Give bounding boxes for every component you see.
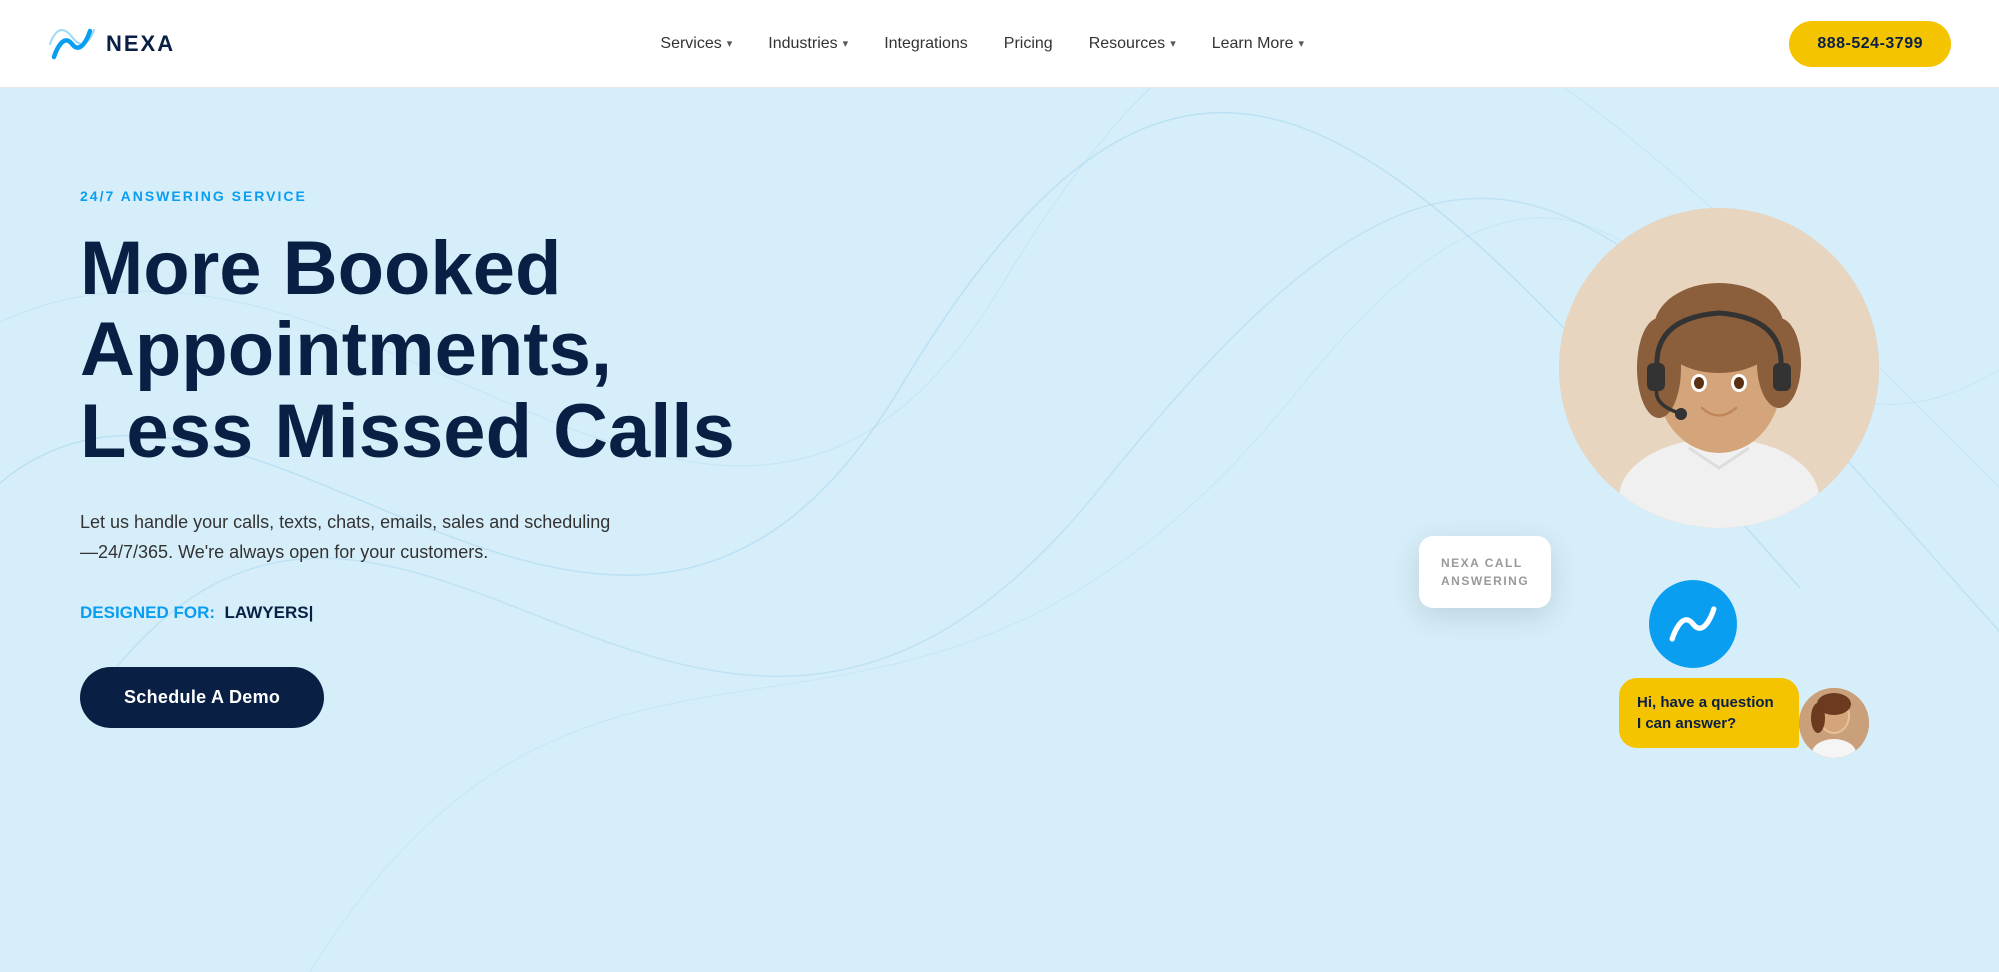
logo-link[interactable]: NEXA (48, 25, 175, 63)
nav-item-integrations[interactable]: Integrations (884, 35, 968, 53)
nav-link-services[interactable]: Services ▾ (660, 35, 732, 53)
hero-headline: More Booked Appointments, Less Missed Ca… (80, 228, 735, 472)
nav-item-industries[interactable]: Industries ▾ (768, 35, 848, 53)
phone-button[interactable]: 888-524-3799 (1789, 21, 1951, 67)
nexa-badge (1649, 580, 1737, 668)
nav-item-pricing[interactable]: Pricing (1004, 35, 1053, 53)
nav-item-services[interactable]: Services ▾ (660, 35, 732, 53)
hero-subtext: Let us handle your calls, texts, chats, … (80, 508, 620, 567)
nav-link-pricing[interactable]: Pricing (1004, 35, 1053, 53)
hero-content: 24/7 ANSWERING SERVICE More Booked Appoi… (80, 188, 735, 728)
chevron-down-icon: ▾ (727, 37, 733, 50)
agent-photo (1559, 208, 1879, 528)
logo-text: NEXA (106, 31, 175, 57)
hero-designed-for: DESIGNED FOR: LAWYERS| (80, 603, 735, 623)
nav-link-industries[interactable]: Industries ▾ (768, 35, 848, 53)
nav-link-learn-more[interactable]: Learn More ▾ (1212, 35, 1304, 53)
chat-bubble: Hi, have a question I can answer? (1619, 678, 1799, 748)
nav-item-learn-more[interactable]: Learn More ▾ (1212, 35, 1304, 53)
hero-section: 24/7 ANSWERING SERVICE More Booked Appoi… (0, 88, 1999, 972)
chevron-down-icon: ▾ (1299, 37, 1305, 50)
navbar: NEXA Services ▾ Industries ▾ Integration… (0, 0, 1999, 88)
logo-icon (48, 25, 96, 63)
chevron-down-icon: ▾ (1170, 37, 1176, 50)
chat-avatar (1799, 688, 1869, 758)
schedule-demo-button[interactable]: Schedule A Demo (80, 667, 324, 728)
nav-link-integrations[interactable]: Integrations (884, 35, 968, 53)
hero-visuals: NEXA CALLANSWERING Hi, have a question I… (1419, 208, 1919, 768)
nexa-card-label: NEXA CALLANSWERING (1441, 554, 1529, 590)
nav-item-resources[interactable]: Resources ▾ (1089, 35, 1176, 53)
nexa-call-card: NEXA CALLANSWERING (1419, 536, 1551, 608)
nexa-logo-badge-icon (1665, 602, 1721, 646)
hero-eyebrow: 24/7 ANSWERING SERVICE (80, 188, 735, 204)
chevron-down-icon: ▾ (843, 37, 849, 50)
nav-links: Services ▾ Industries ▾ Integrations Pri… (660, 35, 1304, 53)
nav-link-resources[interactable]: Resources ▾ (1089, 35, 1176, 53)
